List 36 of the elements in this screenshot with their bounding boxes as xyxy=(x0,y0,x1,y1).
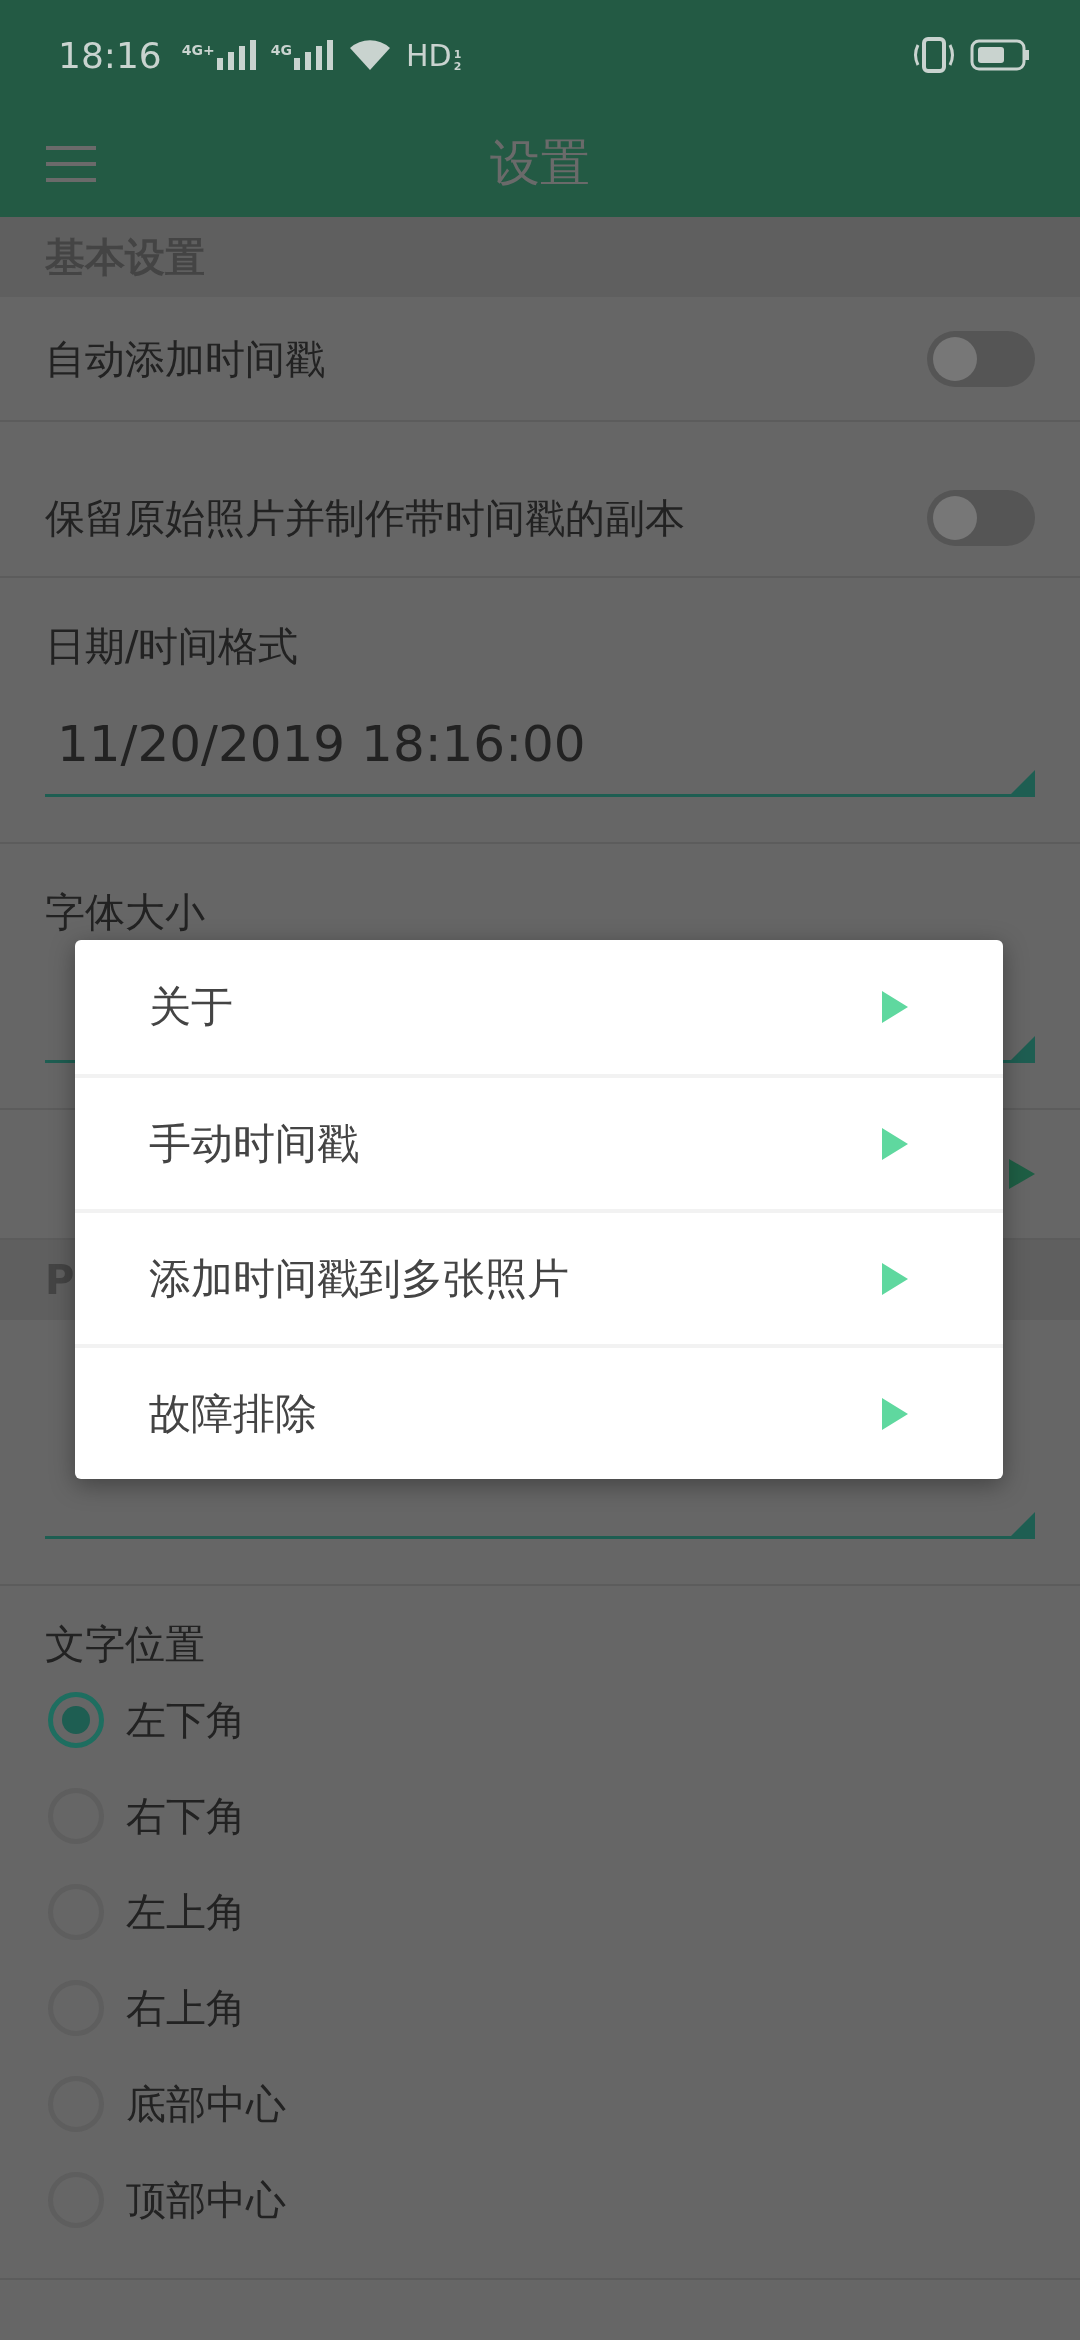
screen-title: 设置 xyxy=(490,133,590,194)
setting-label: 日期/时间格式 xyxy=(45,622,300,671)
menu-icon[interactable] xyxy=(46,143,96,184)
vibrate-icon xyxy=(912,37,956,73)
menu-item[interactable]: 关于 xyxy=(75,940,1003,1074)
setting-label: 自动添加时间戳 xyxy=(45,334,325,384)
toggle-switch[interactable] xyxy=(927,490,1035,546)
radio-label: 顶部中心 xyxy=(126,2175,286,2225)
menu-item[interactable]: 手动时间戳 xyxy=(75,1074,1003,1209)
setting-label: 字体大小 xyxy=(45,888,206,937)
play-arrow-icon xyxy=(882,1397,908,1430)
wifi-icon xyxy=(347,38,392,72)
network-type: 4G+ xyxy=(181,42,215,58)
battery-icon xyxy=(970,38,1030,72)
radio-label: 右下角 xyxy=(126,1791,246,1841)
setting-label: 文字位置 xyxy=(45,1620,206,1669)
play-arrow-icon xyxy=(882,1127,908,1160)
radio-label: 底部中心 xyxy=(126,2079,286,2129)
sim-slot: 2 xyxy=(453,60,462,73)
corner-triangle-icon xyxy=(1011,770,1035,794)
radio-label: 左下角 xyxy=(126,1695,246,1745)
play-arrow-icon xyxy=(882,1262,908,1295)
sim-slot: 1 xyxy=(453,48,462,61)
status-time: 18:16 xyxy=(58,34,162,76)
setting-label: 保留原始照片并制作带时间戳的副本 xyxy=(45,494,685,543)
signal-icon xyxy=(216,40,257,70)
radio-button[interactable] xyxy=(48,1692,104,1748)
play-arrow-icon xyxy=(882,991,908,1023)
network-type: 4G xyxy=(270,42,292,58)
play-arrow-icon xyxy=(1009,1159,1035,1189)
menu-item[interactable]: 添加时间戳到多张照片 xyxy=(75,1209,1003,1344)
radio-label: 右上角 xyxy=(126,1983,246,2033)
radio-label: 左上角 xyxy=(126,1887,246,1937)
hd-label: HD xyxy=(405,37,452,73)
signal-icon xyxy=(293,40,334,70)
menu-item[interactable]: 故障排除 xyxy=(75,1344,1003,1479)
